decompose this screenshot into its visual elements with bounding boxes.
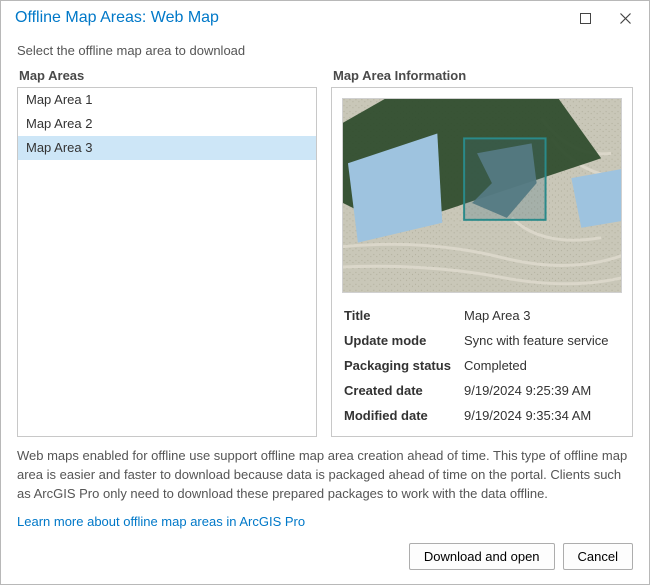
- close-button[interactable]: [605, 1, 645, 35]
- info-value: Map Area 3: [462, 303, 622, 328]
- map-area-info-column: Map Area Information: [331, 68, 633, 437]
- footer-description: Web maps enabled for offline use support…: [17, 447, 633, 504]
- cancel-button[interactable]: Cancel: [563, 543, 633, 570]
- maximize-button[interactable]: [565, 1, 605, 35]
- info-value: 9/19/2024 9:25:39 AM: [462, 378, 622, 403]
- info-label: Modified date: [342, 403, 462, 428]
- maximize-icon: [580, 13, 591, 24]
- learn-more-link[interactable]: Learn more about offline map areas in Ar…: [17, 514, 305, 529]
- map-areas-listbox[interactable]: Map Area 1Map Area 2Map Area 3: [17, 87, 317, 437]
- map-area-info-header: Map Area Information: [331, 68, 633, 83]
- map-area-thumbnail: [342, 98, 622, 293]
- info-row-modified-date: Modified date 9/19/2024 9:35:34 AM: [342, 403, 622, 428]
- download-and-open-button[interactable]: Download and open: [409, 543, 555, 570]
- info-value: Completed: [462, 353, 622, 378]
- info-row-title: Title Map Area 3: [342, 303, 622, 328]
- instruction-text: Select the offline map area to download: [17, 43, 633, 58]
- titlebar: Offline Map Areas: Web Map: [1, 1, 649, 35]
- map-areas-column: Map Areas Map Area 1Map Area 2Map Area 3: [17, 68, 317, 437]
- map-area-list-item[interactable]: Map Area 3: [18, 136, 316, 160]
- info-row-update-mode: Update mode Sync with feature service: [342, 328, 622, 353]
- info-row-created-date: Created date 9/19/2024 9:25:39 AM: [342, 378, 622, 403]
- info-value: 9/19/2024 9:35:34 AM: [462, 403, 622, 428]
- columns: Map Areas Map Area 1Map Area 2Map Area 3…: [17, 68, 633, 437]
- info-label: Created date: [342, 378, 462, 403]
- info-row-packaging-status: Packaging status Completed: [342, 353, 622, 378]
- info-label: Title: [342, 303, 462, 328]
- map-area-list-item[interactable]: Map Area 2: [18, 112, 316, 136]
- info-label: Update mode: [342, 328, 462, 353]
- info-label: Packaging status: [342, 353, 462, 378]
- dialog-offline-map-areas: Offline Map Areas: Web Map Select the of…: [0, 0, 650, 585]
- button-row: Download and open Cancel: [17, 543, 633, 570]
- dialog-footer: Web maps enabled for offline use support…: [1, 437, 649, 584]
- map-area-info-panel: Title Map Area 3 Update mode Sync with f…: [331, 87, 633, 437]
- info-value: Sync with feature service: [462, 328, 622, 353]
- dialog-content: Select the offline map area to download …: [1, 35, 649, 437]
- map-area-list-item[interactable]: Map Area 1: [18, 88, 316, 112]
- close-icon: [620, 13, 631, 24]
- dialog-title: Offline Map Areas: Web Map: [15, 9, 565, 27]
- map-areas-header: Map Areas: [17, 68, 317, 83]
- map-area-info-table: Title Map Area 3 Update mode Sync with f…: [342, 303, 622, 428]
